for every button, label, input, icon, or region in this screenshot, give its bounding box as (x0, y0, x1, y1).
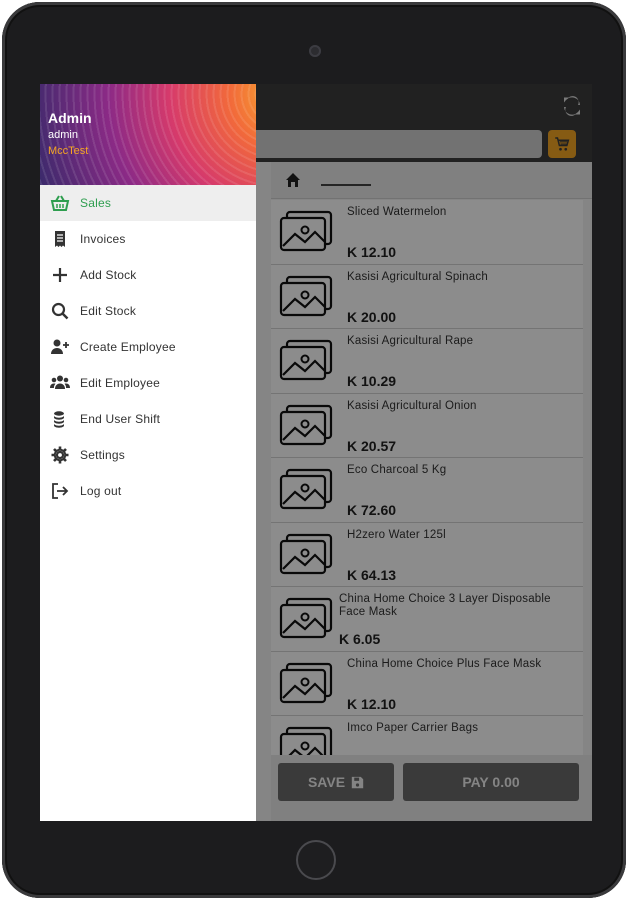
home-button[interactable] (296, 840, 336, 880)
drawer-item-log-out[interactable]: Log out (40, 473, 256, 509)
drawer-item-label: Edit Stock (80, 304, 137, 318)
drawer-item-settings[interactable]: Settings (40, 437, 256, 473)
drawer-item-end-user-shift[interactable]: End User Shift (40, 401, 256, 437)
drawer-item-create-employee[interactable]: Create Employee (40, 329, 256, 365)
navigation-drawer: Admin admin MccTest Sales Invoices Add Sto… (40, 84, 256, 821)
drawer-item-edit-employee[interactable]: Edit Employee (40, 365, 256, 401)
user-username: admin (48, 129, 78, 141)
drawer-header: Admin admin MccTest (40, 84, 256, 185)
drawer-item-sales[interactable]: Sales (40, 185, 256, 221)
coins-icon (54, 411, 64, 428)
user-plus-icon (51, 339, 69, 354)
receipt-icon (55, 231, 65, 247)
drawer-item-label: Edit Employee (80, 376, 160, 390)
logout-icon (52, 483, 69, 499)
plus-icon (53, 268, 67, 282)
drawer-item-label: End User Shift (80, 412, 161, 426)
drawer-item-label: Create Employee (80, 340, 176, 354)
gear-icon (51, 446, 69, 464)
drawer-item-label: Invoices (80, 232, 126, 246)
user-display-name: Admin (48, 110, 92, 126)
basket-icon (50, 195, 70, 211)
tablet-frame: Sliced Watermelon K 12.10 Kasisi Agricultu… (2, 2, 626, 898)
drawer-item-label: Add Stock (80, 268, 137, 282)
drawer-item-invoices[interactable]: Invoices (40, 221, 256, 257)
drawer-menu: Sales Invoices Add Stock Edit Stock Create E… (40, 185, 256, 509)
users-icon (50, 375, 70, 389)
drawer-item-add-stock[interactable]: Add Stock (40, 257, 256, 293)
camera-icon (309, 45, 321, 57)
search-icon (51, 302, 69, 320)
drawer-item-edit-stock[interactable]: Edit Stock (40, 293, 256, 329)
drawer-item-label: Sales (80, 196, 112, 210)
app-screen: Sliced Watermelon K 12.10 Kasisi Agricultu… (40, 84, 592, 821)
drawer-item-label: Settings (80, 448, 125, 462)
drawer-item-label: Log out (80, 484, 122, 498)
user-company: MccTest (48, 145, 89, 157)
